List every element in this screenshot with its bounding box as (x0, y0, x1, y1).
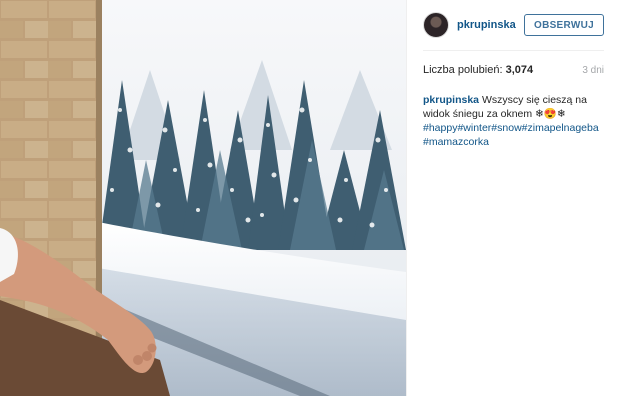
caption-hashtags[interactable]: #happy#winter#snow#zimapelnageba#mamazco… (423, 121, 604, 149)
instagram-post: pkrupinska OBSERWUJ Liczba polubień: 3,0… (0, 0, 620, 396)
likes-label: Liczba polubień: (423, 64, 503, 76)
post-photo[interactable] (0, 0, 406, 396)
winter-window-photo (0, 0, 406, 396)
follow-button[interactable]: OBSERWUJ (523, 14, 604, 36)
likes-count: 3,074 (505, 64, 534, 76)
post-header: pkrupinska OBSERWUJ (423, 0, 604, 51)
post-time[interactable]: 3 dni (582, 65, 604, 76)
likes-summary[interactable]: Liczba polubień: 3,074 (423, 64, 533, 76)
post-stats: Liczba polubień: 3,074 3 dni (423, 51, 604, 89)
header-username-link[interactable]: pkrupinska (457, 19, 524, 31)
avatar[interactable] (423, 12, 449, 38)
post-details-panel: pkrupinska OBSERWUJ Liczba polubień: 3,0… (406, 0, 620, 396)
caption-username-link[interactable]: pkrupinska (423, 94, 479, 106)
post-caption: pkrupinska Wszyscy się cieszą na widok ś… (423, 93, 604, 149)
